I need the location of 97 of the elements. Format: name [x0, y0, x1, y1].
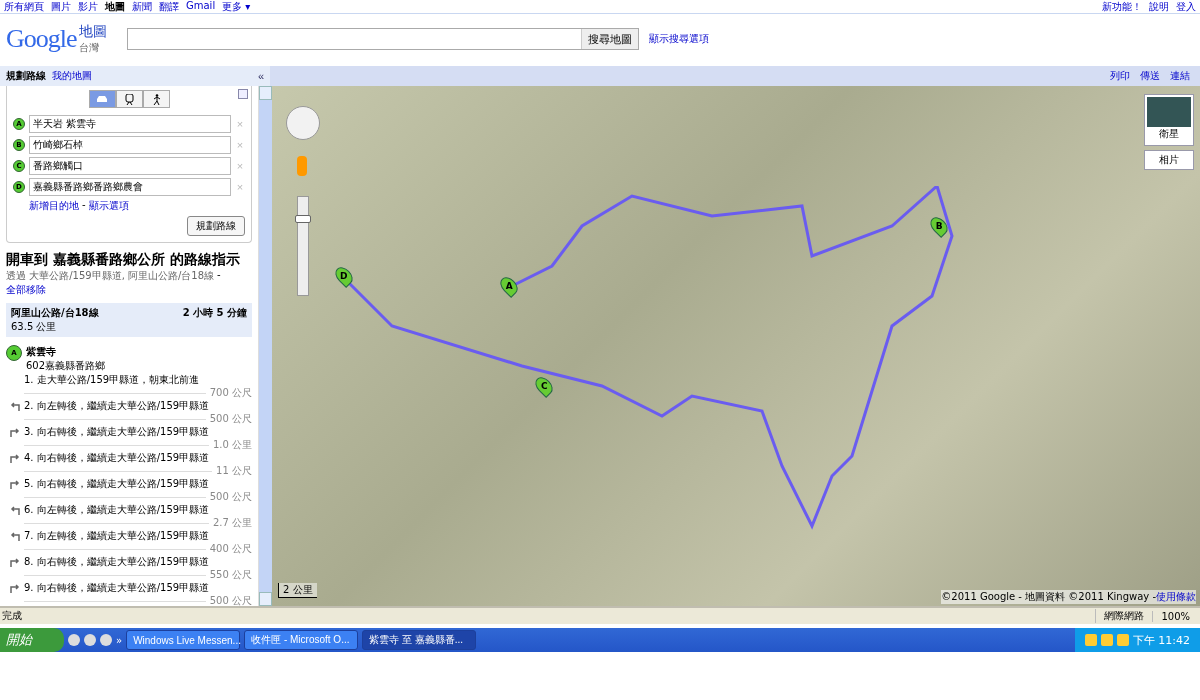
- add-destination-link[interactable]: 新增目的地: [29, 199, 79, 213]
- tray-icon[interactable]: [1116, 634, 1129, 646]
- start-address: 602嘉義縣番路鄉: [26, 359, 106, 373]
- start-button[interactable]: 開始: [0, 628, 64, 652]
- step-distance: 400 公尺: [209, 543, 252, 555]
- step-text[interactable]: 9. 向右轉後，繼續走大華公路/159甲縣道: [24, 581, 210, 595]
- close-button[interactable]: [238, 89, 248, 99]
- travel-mode-button[interactable]: [115, 90, 143, 108]
- step-text[interactable]: 6. 向左轉後，繼續走大華公路/159甲縣道: [24, 503, 210, 517]
- more-icons-text[interactable]: »: [116, 634, 123, 646]
- car-icon: [96, 95, 108, 103]
- step-text[interactable]: 3. 向右轉後，繼續走大華公路/159甲縣道: [24, 425, 210, 439]
- map-action-link[interactable]: 傳送: [1140, 69, 1160, 83]
- nav-link[interactable]: 所有網頁: [4, 0, 44, 14]
- turn-right-icon: [10, 427, 20, 437]
- step-text[interactable]: 7. 向左轉後，繼續走大華公路/159甲縣道: [24, 529, 210, 543]
- turn-left-icon: [10, 505, 20, 515]
- map-action-link[interactable]: 連結: [1170, 69, 1190, 83]
- nav-link[interactable]: 翻譯: [159, 0, 179, 14]
- show-options-link[interactable]: 顯示選項: [88, 199, 129, 213]
- separator-text: -: [82, 199, 86, 212]
- separator-text: -: [217, 269, 221, 282]
- status-text: 完成: [2, 609, 23, 623]
- step-distance: 500 公尺: [209, 413, 252, 425]
- nav-link[interactable]: 地圖: [105, 0, 125, 14]
- user-link[interactable]: 說明: [1149, 0, 1169, 14]
- nav-link[interactable]: 更多 ▾: [222, 0, 251, 14]
- turn-right-icon: [10, 557, 20, 567]
- user-link[interactable]: 新功能！: [1102, 0, 1142, 14]
- route-time: 2 小時 5 分鐘: [182, 306, 247, 320]
- step-distance: 11 公尺: [216, 465, 252, 477]
- remove-all-link[interactable]: 全部移除: [6, 283, 46, 297]
- nav-link[interactable]: 新聞: [132, 0, 152, 14]
- panel-tab[interactable]: 我的地圖: [52, 69, 92, 83]
- stop-input-field[interactable]: 竹崎鄉石棹: [29, 136, 231, 154]
- nav-link[interactable]: 圖片: [51, 0, 71, 14]
- route-via-text: 透過 大華公路/159甲縣道, 阿里山公路/台18線: [6, 269, 215, 283]
- step-text[interactable]: 1. 走大華公路/159甲縣道，朝東北前進: [24, 373, 200, 387]
- stop-input-field[interactable]: 番路鄉觸口: [29, 157, 231, 175]
- quick-launch-icon[interactable]: [68, 634, 80, 646]
- user-link[interactable]: 登入: [1176, 0, 1196, 14]
- step-distance: 700 公尺: [209, 387, 252, 399]
- map-scale: 2 公里: [278, 583, 317, 598]
- nav-link[interactable]: Gmail: [186, 0, 216, 14]
- clock-text: 下午 11:42: [1132, 632, 1190, 648]
- directions-title: 開車到 嘉義縣番路鄉公所 的路線指示: [6, 251, 241, 269]
- panel-tab[interactable]: 規劃路線: [6, 69, 46, 83]
- turn-left-icon: [10, 531, 20, 541]
- stop-input-field[interactable]: 嘉義縣番路鄉番路鄉農會: [29, 178, 231, 196]
- terms-link[interactable]: 使用條款: [1156, 590, 1196, 604]
- step-distance: 2.7 公里: [212, 517, 252, 529]
- step-distance: 1.0 公里: [212, 439, 252, 451]
- turn-right-icon: [10, 583, 20, 593]
- turn-left-icon: [10, 401, 20, 411]
- quick-launch-icon[interactable]: [100, 634, 112, 646]
- step-text[interactable]: 8. 向右轉後，繼續走大華公路/159甲縣道: [24, 555, 210, 569]
- route-summary[interactable]: 阿里山公路/台18線 2 小時 5 分鐘 63.5 公里: [6, 303, 252, 337]
- terrain-map[interactable]: A B C D 衛星 相片 2 公里 ©2011 Google - 地圖資料 ©2011 Kingway -使用條款: [272, 86, 1200, 606]
- copyright-text: ©2011 Google - 地圖資料 ©2011 Kingway -: [941, 590, 1156, 604]
- step-text[interactable]: 2. 向左轉後，繼續走大華公路/159甲縣道: [24, 399, 210, 413]
- map-action-link[interactable]: 列印: [1110, 69, 1130, 83]
- travel-mode-button[interactable]: [142, 90, 170, 108]
- step-distance: 500 公尺: [209, 595, 252, 606]
- pan-control[interactable]: [286, 106, 320, 140]
- scrollbar[interactable]: [258, 86, 272, 606]
- tray-icon[interactable]: [1084, 634, 1097, 646]
- start-name: 紫雲寺: [26, 345, 57, 359]
- step-distance: 500 公尺: [209, 491, 252, 503]
- search-options-link[interactable]: 顯示搜尋選項: [648, 32, 709, 46]
- zoom-level[interactable]: 100%: [1161, 610, 1190, 622]
- taskbar-button[interactable]: 紫雲寺 至 嘉義縣番...: [362, 630, 477, 650]
- taskbar-button[interactable]: 收件匣 - Microsoft O...: [244, 630, 359, 650]
- step-text[interactable]: 4. 向右轉後，繼續走大華公路/159甲縣道: [24, 451, 210, 465]
- turn-right-icon: [10, 479, 20, 489]
- taskbar-button[interactable]: Windows Live Messen...: [126, 630, 241, 650]
- google-logo[interactable]: Google: [6, 24, 77, 54]
- step-text[interactable]: 5. 向右轉後，繼續走大華公路/159甲縣道: [24, 477, 210, 491]
- search-field[interactable]: 搜尋地圖: [126, 28, 639, 50]
- plan-route-button[interactable]: 規劃路線: [187, 216, 245, 236]
- product-name: 地圖: [78, 23, 107, 41]
- region-label: 台灣: [78, 41, 100, 55]
- step-distance: 550 公尺: [209, 569, 252, 581]
- zone-label: 網際網路: [1104, 609, 1145, 623]
- stop-input-field[interactable]: 半天岩 紫雲寺: [29, 115, 231, 133]
- photos-button[interactable]: 相片: [1144, 150, 1194, 170]
- train-icon: [124, 93, 134, 105]
- collapse-button[interactable]: «: [257, 70, 264, 82]
- route-distance: 63.5 公里: [11, 320, 58, 334]
- search-maps-button[interactable]: 搜尋地圖: [580, 29, 638, 49]
- tray-icon[interactable]: [1100, 634, 1113, 646]
- route-name: 阿里山公路/台18線: [11, 306, 100, 320]
- quick-launch-icon[interactable]: [84, 634, 96, 646]
- walking-person-icon: [151, 93, 161, 105]
- turn-right-icon: [10, 453, 20, 463]
- zoom-slider-thumb[interactable]: [295, 215, 311, 223]
- nav-link[interactable]: 影片: [78, 0, 98, 14]
- satellite-button[interactable]: 衛星: [1144, 94, 1194, 146]
